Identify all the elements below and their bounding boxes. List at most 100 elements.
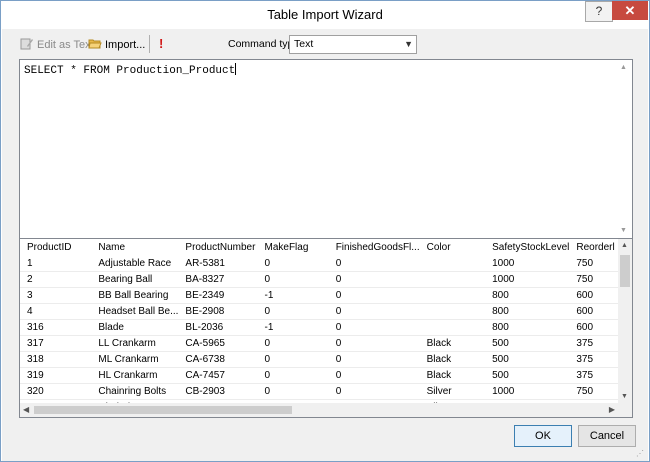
table-cell: 0 [257, 335, 329, 352]
table-cell: Black [419, 367, 486, 384]
dialog-body: Edit as Text Import... ! Command type: T… [2, 29, 648, 461]
command-type-select[interactable]: Text ▼ [289, 35, 417, 54]
table-cell: Bearing Ball [91, 271, 179, 288]
column-header[interactable]: ProductNumber [178, 239, 257, 256]
table-cell: BL-2036 [178, 319, 258, 336]
table-cell: -1 [257, 319, 329, 336]
table-cell: 375 [569, 335, 618, 352]
table-import-wizard-window: Table Import Wizard ? ✕ Edit as Text Imp… [0, 0, 650, 462]
table-cell: 1000 [485, 271, 570, 288]
table-row[interactable]: 317 LL Crankarm CA-5965 0 0 Black 500 375 [20, 335, 618, 352]
table-cell: 0 [328, 303, 420, 320]
table-cell: 0 [328, 351, 420, 368]
table-cell: CB-2903 [178, 383, 258, 400]
edit-as-text-label: Edit as Text [37, 39, 94, 51]
table-row[interactable]: 3 BB Ball Bearing BE-2349 -1 0 800 600 [20, 287, 618, 304]
cancel-button[interactable]: Cancel [578, 425, 636, 447]
table-cell: 600 [569, 303, 618, 320]
table-cell: BB Ball Bearing [91, 287, 179, 304]
table-row[interactable]: 4 Headset Ball Be... BE-2908 0 0 800 600 [20, 303, 618, 320]
scroll-up-icon[interactable]: ▲ [620, 64, 627, 71]
table-cell: 0 [257, 367, 329, 384]
table-cell: 0 [328, 319, 420, 336]
preview-table-viewport: ProductID Name ProductNumber MakeFlag Finish… [20, 239, 618, 403]
table-cell: 2 [20, 271, 92, 288]
scroll-left-icon[interactable]: ◀ [23, 405, 29, 414]
column-header[interactable]: FinishedGoodsFl... [329, 239, 420, 256]
execute-icon[interactable]: ! [159, 36, 163, 51]
sql-query-text[interactable]: SELECT * FROM Production_Product [24, 63, 237, 77]
grid-horizontal-scrollbar[interactable]: ◀ ▶ [20, 403, 618, 417]
table-cell: 3 [20, 287, 92, 304]
column-header[interactable]: Reorderl [569, 239, 618, 256]
table-cell: 1000 [485, 256, 570, 272]
column-header[interactable]: MakeFlag [258, 239, 329, 256]
table-cell: BE-2908 [178, 303, 258, 320]
table-cell: 375 [569, 367, 618, 384]
table-cell: Silver [419, 383, 486, 400]
sql-query-editor[interactable]: SELECT * FROM Production_Product ▲ ▼ [19, 59, 633, 239]
table-row[interactable]: 2 Bearing Ball BA-8327 0 0 1000 750 [20, 271, 618, 288]
table-cell: 0 [328, 335, 420, 352]
resize-grip-icon[interactable]: ⋰ [636, 449, 646, 459]
horizontal-scroll-thumb[interactable] [34, 406, 292, 414]
scroll-down-icon[interactable]: ▼ [621, 393, 628, 400]
table-cell: 500 [485, 335, 570, 352]
table-cell: Headset Ball Be... [91, 303, 179, 320]
scroll-right-icon[interactable]: ▶ [609, 405, 615, 414]
ok-button[interactable]: OK [514, 425, 572, 447]
title-bar: Table Import Wizard ? ✕ [1, 1, 649, 29]
table-cell [419, 271, 486, 288]
table-cell: 316 [20, 319, 92, 336]
table-row[interactable]: 1 Adjustable Race AR-5381 0 0 1000 750 [20, 256, 618, 272]
vertical-scroll-thumb[interactable] [620, 255, 630, 287]
table-cell: 317 [20, 335, 92, 352]
toolbar-separator [149, 35, 150, 53]
table-cell: LL Crankarm [91, 335, 179, 352]
preview-grid: ProductID Name ProductNumber MakeFlag Finish… [19, 238, 633, 418]
table-cell: BE-2349 [178, 287, 258, 304]
table-cell: CA-7457 [178, 367, 258, 384]
edit-text-icon [20, 37, 34, 50]
import-button[interactable]: Import... [88, 37, 145, 53]
close-button[interactable]: ✕ [612, 1, 648, 20]
table-cell: HL Crankarm [91, 367, 179, 384]
table-cell: -1 [257, 287, 329, 304]
column-header[interactable]: Name [91, 239, 178, 256]
table-row[interactable]: 320 Chainring Bolts CB-2903 0 0 Silver 1000 750 [20, 383, 618, 400]
table-cell: 0 [328, 287, 420, 304]
edit-as-text-button[interactable]: Edit as Text [20, 37, 94, 53]
column-header[interactable]: Color [420, 239, 485, 256]
table-cell: 750 [569, 271, 618, 288]
table-cell: 0 [328, 271, 420, 288]
table-cell: Black [419, 351, 486, 368]
table-cell: CA-6738 [178, 351, 258, 368]
help-button[interactable]: ? [585, 1, 613, 22]
scroll-up-icon[interactable]: ▲ [621, 242, 628, 249]
table-row[interactable]: 316 Blade BL-2036 -1 0 800 600 [20, 319, 618, 336]
column-header[interactable]: ProductID [20, 239, 91, 256]
toolbar: Edit as Text Import... ! Command type: T… [2, 29, 648, 59]
table-cell: AR-5381 [178, 256, 258, 272]
table-row[interactable]: 319 HL Crankarm CA-7457 0 0 Black 500 375 [20, 367, 618, 384]
table-cell: BA-8327 [178, 271, 258, 288]
editor-scrollbar[interactable]: ▲ ▼ [619, 61, 631, 237]
column-header[interactable]: SafetyStockLevel [485, 239, 569, 256]
table-cell: 0 [257, 303, 329, 320]
table-cell: 600 [569, 319, 618, 336]
table-cell: Adjustable Race [91, 256, 179, 272]
preview-table: ProductID Name ProductNumber MakeFlag Finish… [20, 239, 618, 403]
grid-vertical-scrollbar[interactable]: ▲ ▼ [618, 239, 632, 403]
scrollbar-corner [618, 403, 632, 417]
table-row[interactable]: 318 ML Crankarm CA-6738 0 0 Black 500 375 [20, 351, 618, 368]
scroll-down-icon[interactable]: ▼ [620, 227, 627, 234]
table-cell: 500 [485, 351, 570, 368]
table-cell: 0 [328, 256, 420, 272]
table-cell [419, 287, 486, 304]
table-cell: 0 [257, 351, 329, 368]
table-cell [419, 319, 486, 336]
table-cell: 500 [485, 367, 570, 384]
table-cell: 319 [20, 367, 92, 384]
table-cell: 800 [485, 303, 570, 320]
table-cell: CA-5965 [178, 335, 258, 352]
